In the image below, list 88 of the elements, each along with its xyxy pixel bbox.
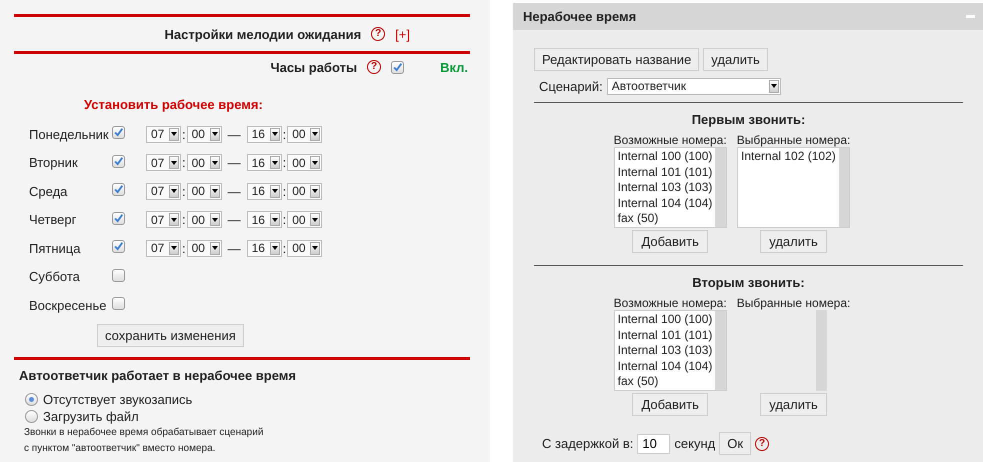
time-dropdown[interactable]: 00 — [186, 126, 222, 143]
scenario-label: Сценарий: — [539, 78, 603, 94]
range-dash: — — [228, 212, 241, 228]
time-separator: : — [282, 212, 286, 228]
checkbox[interactable] — [112, 154, 125, 168]
list-label: Выбранные номера: — [736, 296, 850, 310]
time-dropdown[interactable]: 00 — [186, 240, 222, 257]
panel-button[interactable]: Редактировать название — [534, 48, 700, 71]
time-separator: : — [282, 155, 286, 170]
number-listbox[interactable]: Internal 100 (100) Internal 101 (101) Internal 103 (103) Internal 104 (104) fax (50) — [614, 147, 727, 228]
time-dropdown[interactable]: 07 — [146, 240, 181, 257]
save-button[interactable]: сохранить изменения — [97, 324, 244, 346]
time-dropdown[interactable]: 16 — [246, 154, 282, 172]
checkbox[interactable] — [112, 297, 125, 310]
checkbox[interactable] — [112, 240, 125, 254]
scenario-dropdown[interactable]: Автоответчик — [606, 78, 781, 94]
section-title: Настройки мелодии ожидания — [164, 26, 362, 42]
time-separator: : — [182, 126, 186, 142]
add-button[interactable]: Добавить — [632, 230, 708, 253]
panel-title: Нерабочее время — [523, 9, 636, 24]
number-listbox[interactable]: Internal 100 (100) Internal 101 (101) Internal 103 (103) Internal 104 (104) fax (50) — [614, 310, 727, 391]
time-dropdown[interactable]: 00 — [287, 182, 322, 200]
list-label: Возможные номера: — [614, 133, 727, 147]
time-separator: : — [182, 240, 186, 256]
add-button[interactable]: Добавить — [632, 393, 708, 416]
time-dropdown[interactable]: 16 — [246, 211, 282, 228]
help-icon[interactable]: ? — [755, 436, 770, 450]
time-separator: : — [182, 155, 186, 170]
day-label: Воскресенье — [29, 298, 108, 313]
day-label: Среда — [29, 184, 68, 199]
time-dropdown[interactable]: 07 — [146, 126, 181, 143]
group-title: Первым звонить: — [690, 112, 806, 127]
radio-button[interactable] — [25, 410, 38, 422]
time-separator: : — [182, 212, 186, 228]
section-title: Автоответчик работает в нерабочее время — [19, 368, 297, 382]
time-dropdown[interactable]: 16 — [246, 240, 282, 257]
checkbox[interactable] — [112, 268, 125, 282]
list-label: Выбранные номера: — [736, 133, 850, 147]
day-label: Четверг — [29, 212, 78, 228]
delay-label: С задержкой в: — [542, 436, 634, 451]
time-dropdown[interactable]: 16 — [246, 126, 282, 143]
time-dropdown[interactable]: 00 — [186, 211, 222, 228]
time-dropdown[interactable]: 07 — [146, 211, 181, 228]
checkbox[interactable] — [112, 183, 125, 196]
checkbox[interactable] — [112, 126, 125, 140]
time-dropdown[interactable]: 00 — [287, 154, 322, 172]
time-separator: : — [182, 184, 186, 199]
help-icon[interactable]: ? — [367, 60, 382, 74]
delay-input[interactable]: 10 — [637, 434, 670, 454]
panel-button[interactable]: удалить — [703, 48, 768, 71]
list-label: Возможные номера: — [614, 296, 727, 310]
expand-link[interactable]: [+] — [395, 26, 410, 42]
time-dropdown[interactable]: 00 — [287, 126, 322, 143]
time-dropdown[interactable]: 16 — [246, 182, 282, 200]
note-text: с пунктом "автоответчик" вместо номера. — [24, 442, 216, 454]
time-dropdown[interactable]: 00 — [186, 182, 222, 200]
time-dropdown[interactable]: 07 — [146, 154, 181, 172]
day-label: Суббота — [29, 269, 81, 284]
time-dropdown[interactable]: 00 — [186, 154, 222, 172]
time-dropdown[interactable]: 00 — [287, 211, 322, 228]
radio-label: Отсутствует звукозапись — [43, 392, 192, 406]
range-dash: — — [228, 126, 241, 142]
range-dash: — — [228, 184, 241, 199]
note-text: Звонки в нерабочее время обрабатывает сценарий — [24, 426, 264, 438]
radio-label: Загрузить файл — [43, 408, 139, 424]
remove-button[interactable]: удалить — [760, 230, 827, 253]
range-dash: — — [228, 155, 241, 170]
time-separator: : — [282, 184, 286, 199]
remove-button[interactable]: удалить — [760, 393, 827, 416]
time-dropdown[interactable]: 00 — [287, 240, 322, 257]
day-label: Вторник — [29, 155, 79, 170]
number-listbox[interactable]: Internal 102 (102) — [737, 147, 850, 228]
ok-button[interactable]: Ок — [719, 432, 752, 455]
help-icon[interactable]: ? — [371, 27, 386, 41]
day-label: Пятница — [29, 240, 82, 256]
day-label: Понедельник — [29, 126, 110, 142]
checkbox[interactable] — [391, 60, 404, 74]
unit-label: секунд — [674, 436, 716, 451]
range-dash: — — [228, 240, 241, 256]
time-dropdown[interactable]: 07 — [146, 182, 181, 200]
group-title: Вторым звонить: — [691, 275, 806, 290]
working-hours-label: Часы работы — [270, 60, 358, 74]
checkbox[interactable] — [112, 212, 125, 225]
radio-button[interactable] — [25, 392, 38, 406]
status-label: Вкл. — [440, 60, 468, 74]
time-separator: : — [282, 126, 286, 142]
schedule-title: Установить рабочее время: — [84, 96, 264, 114]
time-separator: : — [282, 240, 286, 256]
